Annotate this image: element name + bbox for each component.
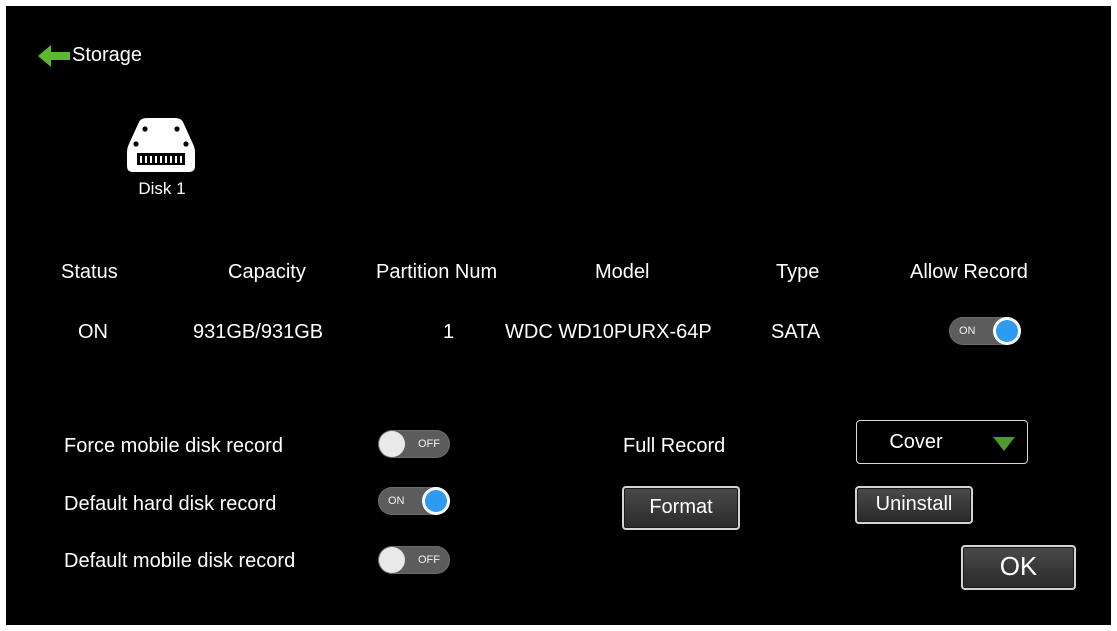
- cell-status: ON: [78, 321, 108, 343]
- toggle-state-label: ON: [388, 495, 405, 507]
- force-mobile-disk-record-label: Force mobile disk record: [64, 435, 283, 457]
- page-title: Storage: [72, 44, 143, 66]
- default-mobile-disk-record-label: Default mobile disk record: [64, 550, 296, 572]
- disk-tile[interactable]: Disk 1: [118, 116, 198, 206]
- toggle-knob: [379, 431, 405, 457]
- default-mobile-disk-record-toggle[interactable]: OFF: [378, 546, 450, 574]
- toggle-knob: [379, 547, 405, 573]
- col-header-capacity: Capacity: [228, 261, 306, 283]
- format-button[interactable]: Format: [622, 486, 740, 530]
- col-header-allow-record: Allow Record: [910, 261, 1028, 283]
- col-header-model: Model: [595, 261, 650, 283]
- toggle-knob: [994, 318, 1020, 344]
- cell-type: SATA: [771, 321, 821, 343]
- cell-model: WDC WD10PURX-64P: [505, 321, 712, 343]
- col-header-partition-num: Partition Num: [376, 261, 498, 283]
- uninstall-button[interactable]: Uninstall: [855, 486, 973, 524]
- toggle-knob: [423, 488, 449, 514]
- back-button[interactable]: [36, 42, 72, 70]
- storage-screen: Storage Disk 1 Status Capacity Partition…: [6, 6, 1111, 625]
- default-hard-disk-record-toggle[interactable]: ON: [378, 487, 450, 515]
- hard-disk-icon: [127, 118, 195, 172]
- cell-capacity: 931GB/931GB: [193, 321, 324, 343]
- toggle-state-label: ON: [959, 325, 976, 337]
- arrow-left-icon: [38, 45, 70, 67]
- full-record-label: Full Record: [623, 435, 726, 457]
- triangle-down-icon: [993, 437, 1015, 451]
- default-hard-disk-record-label: Default hard disk record: [64, 493, 277, 515]
- cell-partition-num: 1: [443, 321, 455, 343]
- force-mobile-disk-record-toggle[interactable]: OFF: [378, 430, 450, 458]
- ok-button[interactable]: OK: [961, 545, 1076, 590]
- disk-label: Disk 1: [138, 179, 186, 198]
- allow-record-toggle[interactable]: ON: [949, 317, 1021, 345]
- toggle-state-label: OFF: [418, 554, 440, 566]
- full-record-value: Cover: [889, 431, 943, 453]
- toggle-state-label: OFF: [418, 438, 440, 450]
- full-record-select[interactable]: Cover: [856, 420, 1028, 464]
- col-header-status: Status: [61, 261, 118, 283]
- col-header-type: Type: [776, 261, 820, 283]
